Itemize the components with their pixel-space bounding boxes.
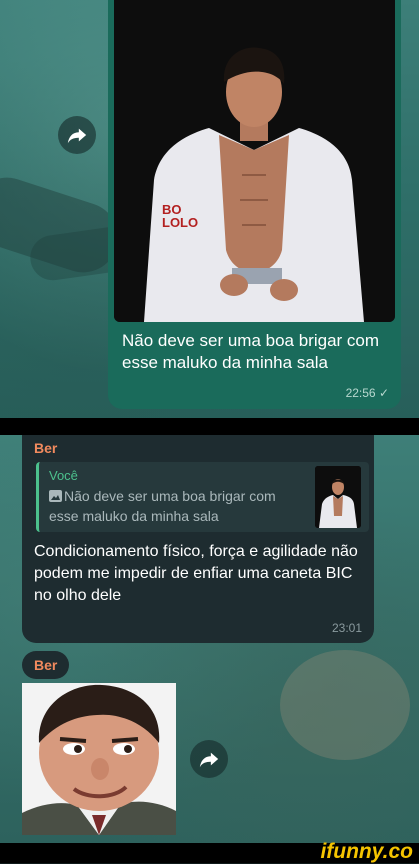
quoted-author: Você [49,468,78,483]
sticker-image[interactable] [22,683,176,835]
message-timestamp: 22:56 ✓ [345,386,389,400]
outgoing-message-bubble[interactable]: BO LOLO Não deve ser uma boa brigar com … [108,0,401,409]
sticker-face [22,683,176,835]
quoted-message[interactable]: Você Não deve ser uma boa brigar com ess… [36,462,369,532]
outgoing-message-text: Não deve ser uma boa brigar com esse mal… [122,331,380,372]
incoming-reply-bubble[interactable]: Ber Você Não deve ser uma boa brigar com… [22,435,374,643]
sender-name: Ber [34,657,58,673]
forward-button[interactable] [58,116,96,154]
gi-patch-text: BO LOLO [162,202,199,230]
reply-message-text: Condicionamento físico, força e agilidad… [34,543,358,604]
watermark-logo: ifunny.co [320,840,413,863]
screenshot-divider [0,418,419,435]
quoted-text-row: Não deve ser uma boa brigar com esse mal… [49,486,309,526]
message-photo[interactable]: BO LOLO [114,0,395,322]
sender-name[interactable]: Ber [34,440,57,456]
message-timestamp: 23:01 [331,621,362,635]
quoted-photo-thumbnail [315,466,361,528]
forward-button[interactable] [190,740,228,778]
image-icon [49,490,62,502]
forward-icon [67,128,87,144]
sticker-sender-badge[interactable]: Ber [22,651,70,679]
background-figure [280,650,410,760]
forward-icon [199,752,219,768]
quoted-text: Não deve ser uma boa brigar com esse mal… [49,488,276,524]
photo-fighter-image [114,0,395,322]
